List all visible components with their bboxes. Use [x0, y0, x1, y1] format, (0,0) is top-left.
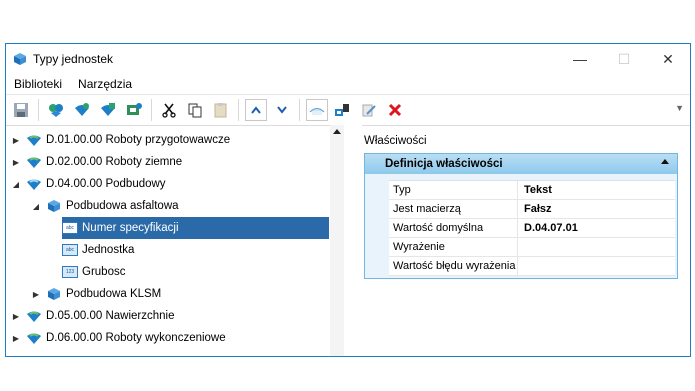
tree-node-label: D.06.00.00 Roboty wykonczeniowe: [46, 332, 226, 344]
tree-node[interactable]: ▶ D.01.00.00 Roboty przygotowawcze: [10, 129, 230, 151]
property-row[interactable]: Wartość błędu wyrażenia: [389, 257, 675, 276]
group-icon: [26, 133, 42, 147]
group-icon: [26, 155, 42, 169]
property-row[interactable]: Wyrażenie: [389, 238, 675, 257]
add-group-icon[interactable]: [71, 99, 93, 121]
expand-caret-icon[interactable]: ▶: [10, 158, 22, 167]
field-icon: abc: [62, 221, 78, 235]
tree-scrollbar[interactable]: [330, 125, 344, 356]
property-row[interactable]: Wartość domyślna D.04.07.01: [389, 219, 675, 238]
group-icon: [26, 177, 42, 191]
title-bar: Typy jednostek — ☐ ✕: [6, 44, 690, 74]
property-key: Wartość domyślna: [389, 219, 518, 237]
property-row[interactable]: Jest macierzą Fałsz: [389, 200, 675, 219]
move-down-icon[interactable]: [271, 99, 293, 121]
tree-node-label: Numer specyfikacji: [82, 222, 179, 234]
menu-narzedzia[interactable]: Narzędzia: [74, 77, 138, 91]
properties-pane: Właściwości Definicja właściwości Typ Te…: [362, 125, 690, 356]
menu-bar: Biblioteki Narzędzia: [6, 74, 690, 94]
delete-icon[interactable]: [384, 99, 406, 121]
tree-node-label: Podbudowa KLSM: [66, 288, 162, 300]
expand-caret-icon[interactable]: ▶: [10, 136, 22, 145]
tree-node[interactable]: ▶ D.05.00.00 Nawierzchnie: [10, 305, 175, 327]
tree-node[interactable]: ◢ D.04.00.00 Podbudowy: [10, 173, 166, 195]
tree-node-label: D.04.00.00 Podbudowy: [46, 178, 166, 190]
tree-node-label: Jednostka: [82, 244, 135, 256]
scroll-up-arrow-icon[interactable]: [333, 129, 341, 134]
toolbar-separator: [299, 99, 300, 121]
view-icon[interactable]: [306, 99, 328, 121]
main-window: Typy jednostek — ☐ ✕ Biblioteki Narzędzi…: [5, 43, 691, 357]
add-type-icon[interactable]: [97, 99, 119, 121]
tree-node-label: Podbudowa asfaltowa: [66, 200, 179, 212]
menu-biblioteki[interactable]: Biblioteki: [10, 77, 68, 91]
field-icon: 123: [62, 265, 78, 279]
toolbar-separator: [151, 99, 152, 121]
expand-caret-icon[interactable]: ▶: [10, 312, 22, 321]
type-cube-icon: [46, 199, 62, 213]
copy-icon[interactable]: [184, 99, 206, 121]
tree-node-label: D.01.00.00 Roboty przygotowawcze: [46, 134, 231, 146]
tree-node-label: Grubosc: [82, 266, 126, 278]
property-key: Typ: [389, 181, 518, 199]
window-title: Typy jednostek: [33, 52, 114, 66]
tree-node-selected[interactable]: abc Numer specyfikacji: [62, 217, 329, 239]
close-button[interactable]: ✕: [646, 44, 690, 74]
property-value[interactable]: D.04.07.01: [518, 222, 578, 234]
tree-node[interactable]: ◢ Podbudowa asfaltowa: [30, 195, 179, 217]
minimize-button[interactable]: —: [558, 44, 602, 74]
app-cube-icon: [14, 53, 26, 65]
paste-icon[interactable]: [210, 99, 232, 121]
toolbar-separator: [238, 99, 239, 121]
group-icon: [26, 309, 42, 323]
add-library-icon[interactable]: [45, 99, 67, 121]
panel-header-title: Definicja właściwości: [385, 158, 503, 170]
property-key: Wartość błędu wyrażenia: [389, 257, 518, 275]
expand-caret-icon[interactable]: ▶: [10, 334, 22, 343]
property-definition-panel: Definicja właściwości Typ Tekst Jest mac…: [364, 153, 678, 279]
toolbar-separator: [38, 99, 39, 121]
edit-icon[interactable]: [358, 99, 380, 121]
collapse-caret-icon[interactable]: ◢: [10, 180, 22, 189]
tree-node[interactable]: ▶ D.02.00.00 Roboty ziemne: [10, 151, 182, 173]
tree-node[interactable]: 123 Grubosc: [62, 261, 125, 283]
group-icon: [26, 331, 42, 345]
property-key: Jest macierzą: [389, 200, 518, 218]
tree-node[interactable]: abc Jednostka: [62, 239, 134, 261]
add-field-icon[interactable]: [123, 99, 145, 121]
toolbar: ▼: [6, 94, 690, 126]
collapse-icon[interactable]: [661, 159, 669, 164]
content-area: ▶ D.01.00.00 Roboty przygotowawcze ▶ D.0…: [6, 125, 690, 356]
maximize-button[interactable]: ☐: [602, 44, 646, 74]
expand-caret-icon[interactable]: ▶: [30, 290, 42, 299]
property-grid: Typ Tekst Jest macierzą Fałsz Wartość do…: [389, 180, 675, 276]
property-value[interactable]: Tekst: [518, 184, 552, 196]
move-up-icon[interactable]: [245, 99, 267, 121]
collapse-caret-icon[interactable]: ◢: [30, 202, 42, 211]
field-icon: abc: [62, 243, 78, 257]
tree-node-label: D.02.00.00 Roboty ziemne: [46, 156, 183, 168]
panel-header[interactable]: Definicja właściwości: [365, 154, 677, 174]
cut-icon[interactable]: [158, 99, 180, 121]
tree-node[interactable]: ▶ Podbudowa KLSM: [30, 283, 161, 305]
save-icon[interactable]: [10, 99, 32, 121]
property-row[interactable]: Typ Tekst: [389, 181, 675, 200]
property-key: Wyrażenie: [389, 238, 518, 256]
tree-node-label: D.05.00.00 Nawierzchnie: [46, 310, 175, 322]
properties-label: Właściwości: [364, 135, 427, 147]
property-value[interactable]: Fałsz: [518, 203, 552, 215]
splitter[interactable]: [344, 125, 362, 356]
toolbar-overflow-icon[interactable]: ▼: [675, 103, 684, 113]
type-cube-icon: [46, 287, 62, 301]
tree-node[interactable]: ▶ D.06.00.00 Roboty wykonczeniowe: [10, 327, 226, 349]
properties-icon[interactable]: [332, 99, 354, 121]
tree-view[interactable]: ▶ D.01.00.00 Roboty przygotowawcze ▶ D.0…: [6, 125, 344, 356]
